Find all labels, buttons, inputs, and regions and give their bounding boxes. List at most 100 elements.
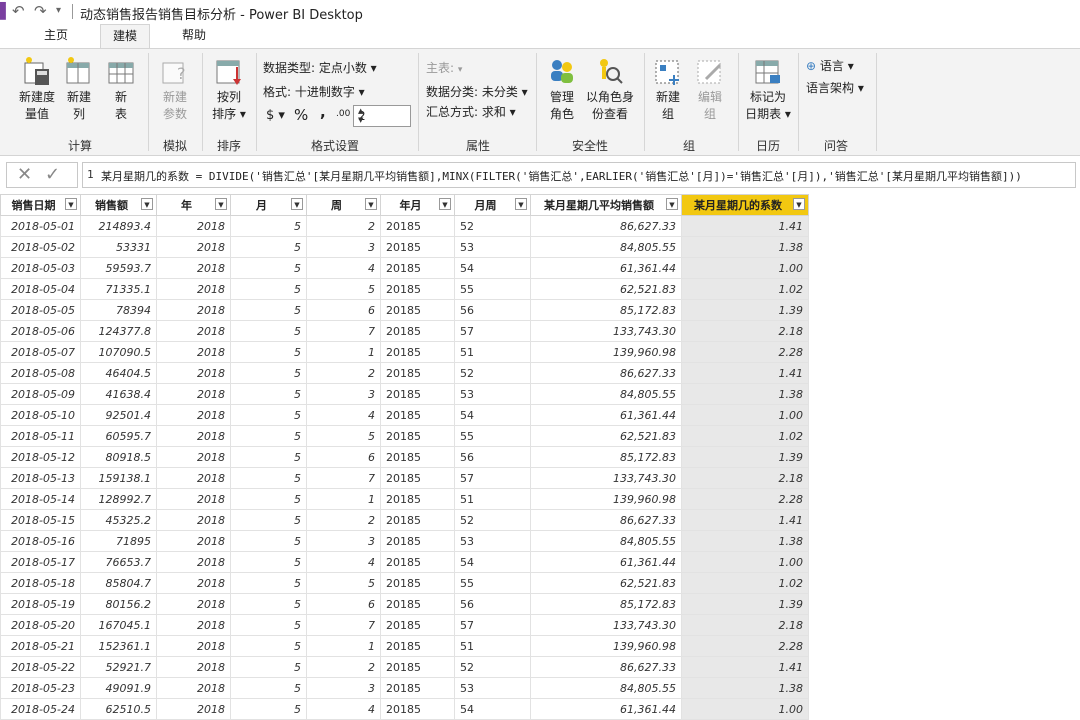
table-cell[interactable]: 86,627.33 (530, 509, 682, 531)
thousands-separator-button[interactable]: , (320, 103, 326, 121)
table-cell[interactable]: 159138.1 (80, 467, 157, 489)
save-icon[interactable]: ▌ (0, 2, 12, 20)
formula-text[interactable]: 某月星期几的系数 = DIVIDE('销售汇总'[某月星期几平均销售额],MIN… (101, 168, 1022, 184)
table-cell[interactable]: 55 (454, 278, 531, 300)
table-cell[interactable]: 46404.5 (80, 362, 157, 384)
table-cell[interactable]: 20185 (380, 236, 455, 258)
table-cell[interactable]: 5 (230, 257, 307, 279)
table-cell[interactable]: 107090.5 (80, 341, 157, 363)
table-cell[interactable]: 52 (454, 215, 531, 237)
table-cell[interactable]: 2018 (156, 656, 231, 678)
table-row[interactable]: 2018-05-17 76653.7 2018 5 4 20185 54 61,361.44 1… (0, 551, 809, 573)
tab-help[interactable]: 帮助 (168, 24, 220, 48)
table-cell[interactable]: 56 (454, 446, 531, 468)
table-row[interactable]: 2018-05-22 52921.7 2018 5 2 20185 52 86,627.33 1… (0, 656, 809, 678)
table-cell[interactable]: 6 (306, 299, 381, 321)
filter-dropdown-icon[interactable]: ▼ (365, 198, 377, 210)
table-cell[interactable]: 52 (454, 656, 531, 678)
table-cell[interactable]: 20185 (380, 656, 455, 678)
table-row[interactable]: 2018-05-11 60595.7 2018 5 5 20185 55 62,521.83 1… (0, 425, 809, 447)
table-cell[interactable]: 2018-05-07 (0, 341, 81, 363)
table-cell[interactable]: 57 (454, 614, 531, 636)
table-cell[interactable]: 55 (454, 425, 531, 447)
table-cell[interactable]: 2018 (156, 236, 231, 258)
table-cell[interactable]: 4 (306, 551, 381, 573)
table-cell[interactable]: 51 (454, 341, 531, 363)
table-cell[interactable]: 62,521.83 (530, 278, 682, 300)
table-cell[interactable]: 59593.7 (80, 257, 157, 279)
formula-input[interactable]: 1 某月星期几的系数 = DIVIDE('销售汇总'[某月星期几平均销售额],M… (82, 162, 1076, 188)
table-cell[interactable]: 20185 (380, 593, 455, 615)
table-cell[interactable]: 2018 (156, 362, 231, 384)
table-cell[interactable]: 3 (306, 383, 381, 405)
table-cell[interactable]: 5 (230, 236, 307, 258)
table-cell[interactable]: 61,361.44 (530, 698, 682, 720)
table-cell[interactable]: 80156.2 (80, 593, 157, 615)
table-cell[interactable]: 5 (230, 341, 307, 363)
table-cell[interactable]: 214893.4 (80, 215, 157, 237)
new-column-button[interactable]: 新建 列 (62, 55, 96, 123)
table-cell[interactable]: 5 (230, 698, 307, 720)
table-cell[interactable]: 2018-05-08 (0, 362, 81, 384)
table-cell[interactable]: 92501.4 (80, 404, 157, 426)
column-header[interactable]: 周 ▼ (306, 194, 381, 216)
table-cell[interactable]: 53 (454, 677, 531, 699)
table-cell[interactable]: 5 (230, 530, 307, 552)
table-cell[interactable]: 41638.4 (80, 383, 157, 405)
filter-dropdown-icon[interactable]: ▼ (515, 198, 527, 210)
table-cell[interactable]: 5 (230, 320, 307, 342)
table-cell[interactable]: 5 (230, 404, 307, 426)
table-cell[interactable]: 55 (454, 572, 531, 594)
column-header[interactable]: 月周 ▼ (454, 194, 531, 216)
table-cell[interactable]: 2.18 (681, 614, 809, 636)
table-cell[interactable]: 1.02 (681, 278, 809, 300)
table-cell[interactable]: 2018-05-01 (0, 215, 81, 237)
table-cell[interactable]: 53331 (80, 236, 157, 258)
edit-group-button[interactable]: 编辑 组 (692, 55, 728, 123)
sort-by-column-button[interactable]: 按列 排序 ▾ (208, 55, 250, 123)
table-cell[interactable]: 62510.5 (80, 698, 157, 720)
table-cell[interactable]: 2018 (156, 257, 231, 279)
table-cell[interactable]: 2018 (156, 446, 231, 468)
table-cell[interactable]: 20185 (380, 320, 455, 342)
table-cell[interactable]: 52921.7 (80, 656, 157, 678)
table-cell[interactable]: 5 (230, 551, 307, 573)
table-cell[interactable]: 20185 (380, 467, 455, 489)
table-cell[interactable]: 5 (306, 278, 381, 300)
table-cell[interactable]: 5 (230, 572, 307, 594)
table-cell[interactable]: 1.00 (681, 404, 809, 426)
new-table-button[interactable]: 新 表 (104, 55, 138, 123)
table-cell[interactable]: 2018 (156, 677, 231, 699)
table-cell[interactable]: 2 (306, 362, 381, 384)
commit-formula-icon[interactable]: ✓ (45, 164, 60, 185)
table-row[interactable]: 2018-05-06 124377.8 2018 5 7 20185 57 133,743.3… (0, 320, 809, 342)
table-cell[interactable]: 20185 (380, 215, 455, 237)
table-cell[interactable]: 1.39 (681, 299, 809, 321)
filter-dropdown-icon[interactable]: ▼ (141, 198, 153, 210)
new-group-button[interactable]: 新建 组 (650, 55, 686, 123)
table-cell[interactable]: 2018 (156, 404, 231, 426)
table-cell[interactable]: 5 (230, 215, 307, 237)
column-header[interactable]: 月 ▼ (230, 194, 307, 216)
table-cell[interactable]: 5 (230, 635, 307, 657)
table-cell[interactable]: 2018 (156, 278, 231, 300)
table-cell[interactable]: 2018-05-16 (0, 530, 81, 552)
table-row[interactable]: 2018-05-04 71335.1 2018 5 5 20185 55 62,521.83 1… (0, 278, 809, 300)
table-cell[interactable]: 86,627.33 (530, 362, 682, 384)
table-row[interactable]: 2018-05-19 80156.2 2018 5 6 20185 56 85,172.83 1… (0, 593, 809, 615)
table-row[interactable]: 2018-05-18 85804.7 2018 5 5 20185 55 62,521.83 1… (0, 572, 809, 594)
table-cell[interactable]: 5 (230, 467, 307, 489)
table-cell[interactable]: 1.02 (681, 572, 809, 594)
table-cell[interactable]: 20185 (380, 614, 455, 636)
table-cell[interactable]: 5 (306, 425, 381, 447)
table-cell[interactable]: 5 (230, 656, 307, 678)
table-cell[interactable]: 2018-05-11 (0, 425, 81, 447)
table-cell[interactable]: 5 (230, 362, 307, 384)
column-header[interactable]: 销售额 ▼ (80, 194, 157, 216)
table-cell[interactable]: 51 (454, 488, 531, 510)
table-cell[interactable]: 4 (306, 404, 381, 426)
table-cell[interactable]: 86,627.33 (530, 656, 682, 678)
table-cell[interactable]: 1.38 (681, 236, 809, 258)
table-cell[interactable]: 85804.7 (80, 572, 157, 594)
table-cell[interactable]: 84,805.55 (530, 530, 682, 552)
